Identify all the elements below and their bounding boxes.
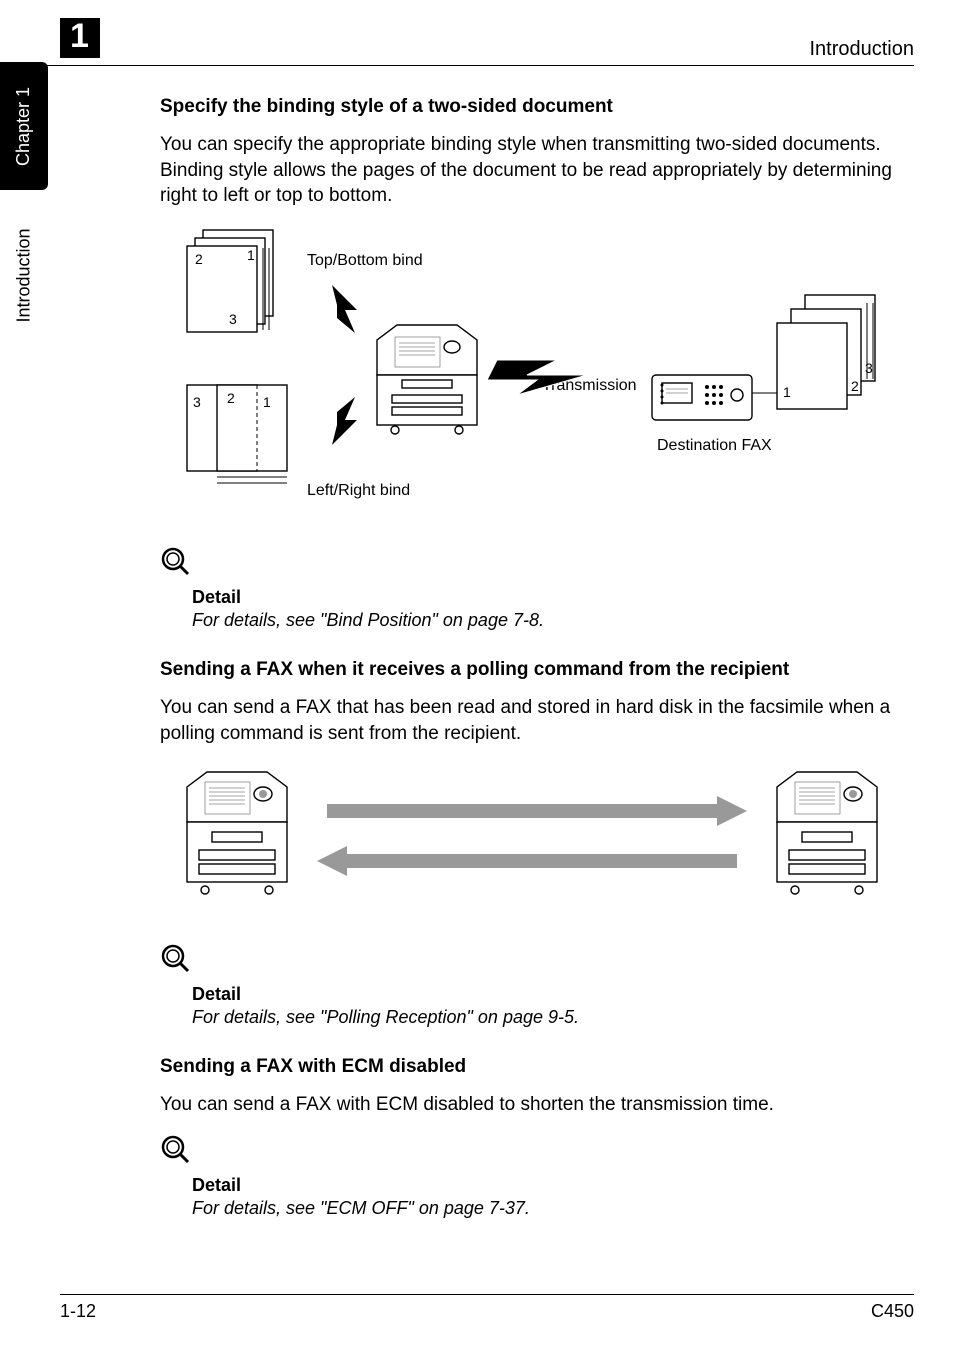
magnifier-icon [160, 546, 914, 583]
svg-text:1: 1 [247, 247, 255, 263]
page-footer: 1-12 C450 [60, 1294, 914, 1322]
section-heading: Sending a FAX when it receives a polling… [160, 659, 914, 681]
diagram-label-destination: Destination FAX [657, 437, 772, 454]
svg-text:1: 1 [783, 384, 791, 400]
svg-text:2: 2 [195, 251, 203, 267]
svg-text:3: 3 [193, 394, 201, 410]
detail-text: For details, see "Bind Position" on page… [192, 610, 914, 631]
detail-label: Detail [192, 587, 914, 608]
binding-diagram: 1 2 3 Top/Bottom bind 3 2 1 [160, 225, 914, 530]
section-body: You can send a FAX with ECM disabled to … [160, 1092, 914, 1118]
svg-text:3: 3 [865, 360, 873, 376]
svg-text:3: 3 [229, 311, 237, 327]
detail-label: Detail [192, 984, 914, 1005]
detail-text: For details, see "ECM OFF" on page 7-37. [192, 1198, 914, 1219]
side-tab-chapter-label: Chapter 1 [14, 86, 35, 165]
section-binding-style: Specify the binding style of a two-sided… [160, 96, 914, 631]
magnifier-icon [160, 943, 914, 980]
polling-diagram [160, 762, 914, 927]
section-body: You can specify the appropriate binding … [160, 132, 914, 209]
side-tab-chapter: Chapter 1 [0, 62, 48, 190]
svg-text:2: 2 [227, 390, 235, 406]
svg-text:2: 2 [851, 378, 859, 394]
magnifier-icon [160, 1134, 914, 1171]
section-heading: Specify the binding style of a two-sided… [160, 96, 914, 118]
page-number: 1-12 [60, 1301, 96, 1322]
model-number: C450 [871, 1301, 914, 1322]
svg-text:1: 1 [263, 394, 271, 410]
section-heading: Sending a FAX with ECM disabled [160, 1056, 914, 1078]
section-ecm: Sending a FAX with ECM disabled You can … [160, 1056, 914, 1219]
page-header: Introduction [0, 38, 914, 66]
content-area: Specify the binding style of a two-sided… [160, 96, 914, 1247]
diagram-label-left-bind: Left/Right bind [307, 482, 410, 499]
diagram-label-top-bind: Top/Bottom bind [307, 252, 423, 269]
detail-text: For details, see "Polling Reception" on … [192, 1007, 914, 1028]
detail-label: Detail [192, 1175, 914, 1196]
header-title: Introduction [809, 38, 914, 61]
side-tab-section-label: Introduction [14, 228, 35, 322]
section-body: You can send a FAX that has been read an… [160, 695, 914, 746]
side-tab-section: Introduction [0, 200, 48, 350]
section-polling: Sending a FAX when it receives a polling… [160, 659, 914, 1028]
